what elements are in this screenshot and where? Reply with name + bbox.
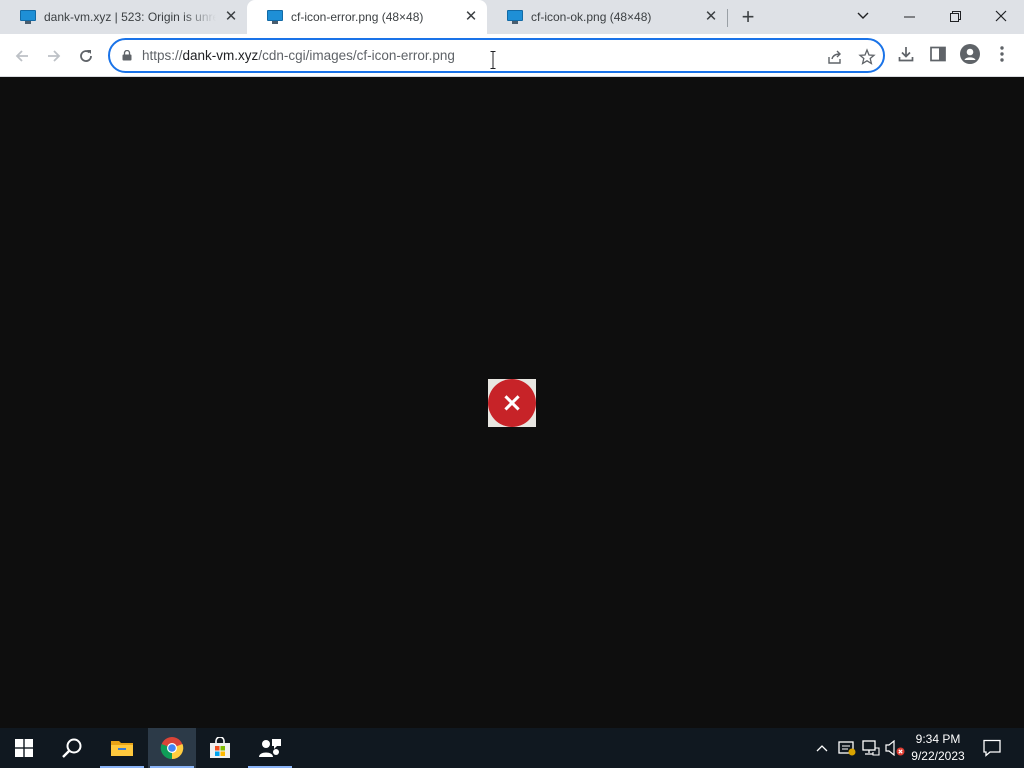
- volume-muted-icon: [885, 740, 905, 756]
- tab-cf-icon-ok[interactable]: cf-icon-ok.png (48×48) ✕: [487, 0, 727, 34]
- clock-date: 9/22/2023: [911, 749, 965, 763]
- security-tray-button[interactable]: [836, 728, 858, 768]
- search-icon: [62, 738, 82, 758]
- tab-search-button[interactable]: [840, 0, 886, 30]
- downloads-button[interactable]: [896, 44, 916, 64]
- back-button[interactable]: [8, 42, 36, 70]
- tab-separator: [727, 9, 728, 27]
- restore-button[interactable]: [932, 0, 978, 30]
- address-bar[interactable]: https://dank-vm.xyz/cdn-cgi/images/cf-ic…: [108, 38, 885, 73]
- close-window-button[interactable]: [978, 0, 1024, 30]
- download-icon: [898, 47, 914, 62]
- arrow-left-icon: [15, 50, 28, 62]
- url-text[interactable]: https://dank-vm.xyz/cdn-cgi/images/cf-ic…: [142, 48, 455, 63]
- chrome-taskbar-button[interactable]: [148, 728, 196, 768]
- start-button[interactable]: [0, 728, 48, 768]
- tab-dank-vm[interactable]: dank-vm.xyz | 523: Origin is unreachable…: [0, 0, 247, 34]
- url-scheme: https://: [142, 48, 183, 63]
- volume-tray-button[interactable]: [884, 728, 906, 768]
- notification-icon: [983, 739, 1001, 757]
- windows-taskbar: 9:34 PM 9/22/2023: [0, 728, 1024, 768]
- close-tab-icon[interactable]: ✕: [463, 9, 479, 25]
- tab-strip: dank-vm.xyz | 523: Origin is unreachable…: [0, 0, 1024, 34]
- profile-button[interactable]: [960, 44, 980, 64]
- start-icon: [15, 739, 33, 757]
- reload-button[interactable]: [72, 42, 100, 70]
- monitor-icon: [20, 10, 36, 24]
- page-viewport: ×: [0, 78, 1024, 728]
- store-button[interactable]: [196, 728, 244, 768]
- close-icon: [995, 10, 1007, 22]
- share-icon[interactable]: [826, 48, 844, 66]
- action-center-button[interactable]: [980, 728, 1004, 768]
- monitor-icon: [267, 10, 283, 24]
- lock-icon[interactable]: [122, 50, 132, 61]
- error-icon: ×: [488, 379, 536, 427]
- arrow-right-icon: [48, 50, 61, 62]
- close-tab-icon[interactable]: ✕: [703, 9, 719, 25]
- restore-icon: [949, 10, 961, 22]
- network-tray-button[interactable]: [860, 728, 882, 768]
- chevron-down-icon: [857, 12, 869, 20]
- tab-cf-icon-error[interactable]: cf-icon-error.png (48×48) ✕: [247, 0, 487, 34]
- file-explorer-button[interactable]: [98, 728, 146, 768]
- tab-title: cf-icon-error.png (48×48): [291, 10, 424, 24]
- reload-icon: [80, 50, 92, 62]
- tab-title: cf-icon-ok.png (48×48): [531, 10, 652, 24]
- browser-toolbar: https://dank-vm.xyz/cdn-cgi/images/cf-ic…: [0, 34, 1024, 77]
- chrome-icon: [160, 737, 184, 760]
- tab-title: dank-vm.xyz | 523: Origin is unreachable: [44, 10, 216, 24]
- forward-button[interactable]: [40, 42, 68, 70]
- search-button[interactable]: [48, 728, 96, 768]
- displayed-image[interactable]: ×: [488, 379, 536, 427]
- minimize-button[interactable]: [886, 0, 932, 30]
- network-icon: [862, 740, 880, 756]
- new-tab-button[interactable]: +: [736, 5, 760, 29]
- kebab-menu-icon: [1000, 46, 1004, 62]
- file-explorer-icon: [111, 741, 133, 756]
- minimize-icon: [903, 16, 915, 18]
- url-path: /cdn-cgi/images/cf-icon-error.png: [258, 48, 455, 63]
- store-icon: [210, 737, 230, 758]
- security-icon: [838, 741, 856, 756]
- avatar-icon: [960, 44, 980, 64]
- people-button[interactable]: [246, 728, 294, 768]
- bookmark-star-icon[interactable]: [858, 48, 876, 66]
- monitor-icon: [507, 10, 523, 24]
- clock-time: 9:34 PM: [915, 732, 961, 746]
- side-panel-icon: [930, 46, 946, 62]
- taskbar-clock[interactable]: 9:34 PM 9/22/2023: [906, 731, 970, 765]
- side-panel-button[interactable]: [928, 44, 948, 64]
- chevron-up-icon: [816, 745, 828, 752]
- people-icon: [259, 739, 281, 757]
- close-tab-icon[interactable]: ✕: [223, 9, 239, 25]
- show-hidden-icons-button[interactable]: [812, 728, 832, 768]
- menu-button[interactable]: [992, 44, 1012, 64]
- error-x-glyph: ×: [501, 388, 523, 418]
- url-host: dank-vm.xyz: [182, 48, 259, 63]
- text-cursor-icon: [490, 51, 496, 69]
